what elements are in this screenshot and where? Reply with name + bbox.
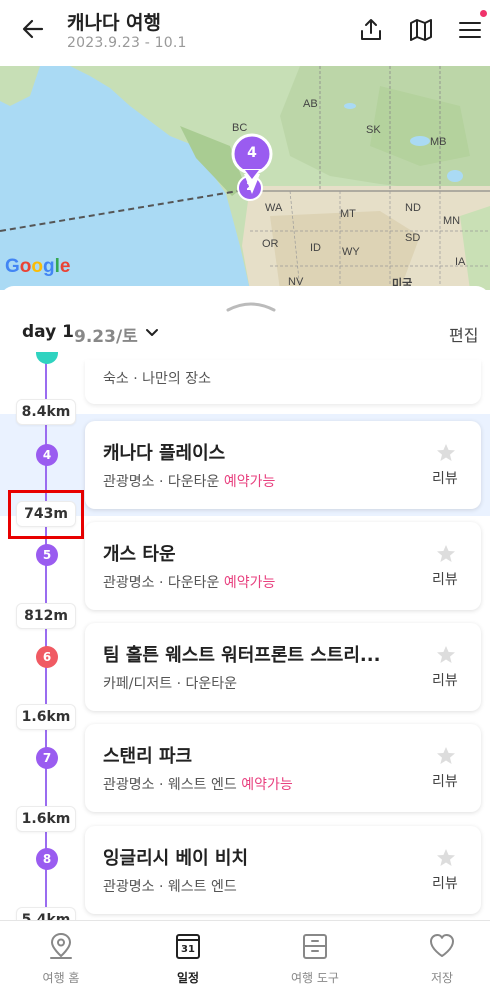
place-title: 잉글리시 베이 비치 [103,848,249,869]
chevron-down-icon[interactable] [145,326,159,340]
place-card[interactable]: 스탠리 파크 관광명소 · 웨스트 엔드 예약가능 리뷰 [85,724,481,812]
star-icon[interactable] [436,848,456,868]
map-label: AB [303,98,318,110]
distance-label: 812m [16,603,76,629]
place-title: 캐나다 플레이스 [103,443,226,464]
review-button[interactable]: 리뷰 [432,771,458,791]
place-card[interactable]: 개스 타운 관광명소 · 다운타운 예약가능 리뷰 [85,522,481,610]
place-category-line: 관광명소 · 다운타운 예약가능 [103,572,275,592]
reservable-badge[interactable]: 예약가능 [224,575,276,591]
place-number-badge: 4 [36,444,58,466]
nav-tab-saved[interactable]: 저장 [381,921,490,993]
review-button[interactable]: 리뷰 [432,873,458,893]
map-label: MN [443,215,461,227]
menu-icon[interactable] [457,17,483,43]
annotation-highlight-box [8,490,84,539]
place-category: 관광명소 · 웨스트 엔드 [103,879,237,895]
place-category-line: 관광명소 · 웨스트 엔드 [103,876,237,896]
place-category-line: 관광명소 · 웨스트 엔드 예약가능 [103,774,293,794]
review-button[interactable]: 리뷰 [432,569,458,589]
trip-map[interactable]: AB SK BC MB WA MT ND MN SD OR ID WY IA N… [0,66,490,290]
star-icon[interactable] [436,645,456,665]
location-pin-icon [50,932,72,959]
nav-tab-schedule[interactable]: 31 일정 [127,921,249,993]
sheet-handle-icon[interactable] [226,300,276,312]
map-label: BC [232,122,248,134]
map-label: ID [310,242,321,254]
share-upload-icon[interactable] [358,17,384,43]
place-number-badge: 5 [36,544,58,566]
bottom-navigation: 여행 홈 31 일정 여행 도구 저장 [0,920,490,993]
distance-label: 5.4km [16,907,76,920]
map-label: ND [405,202,421,214]
map-icon[interactable] [408,17,434,43]
map-label: SK [366,124,381,136]
map-background [0,66,490,290]
cluster-count: 4 [247,145,257,161]
app-header: 캐나다 여행 2023.9.23 - 10.1 [0,0,490,66]
map-label: MB [430,136,447,148]
review-button[interactable]: 리뷰 [432,468,458,488]
nav-label: 여행 도구 [291,971,339,985]
place-card[interactable]: 팀 홀튼 웨스트 워터프론트 스트리... 카페/디저트 · 다운타운 리뷰 [85,623,481,711]
star-icon[interactable] [436,544,456,564]
map-label: OR [262,238,279,250]
place-category: 숙소 · 나만의 장소 [103,371,211,387]
trip-dates: 2023.9.23 - 10.1 [67,35,187,51]
distance-label: 1.6km [16,806,76,832]
review-button[interactable]: 리뷰 [432,670,458,690]
nav-tab-trip-home[interactable]: 여행 홈 [0,921,122,993]
map-label: MT [340,208,356,220]
heart-icon [430,934,454,957]
place-category-line: 관광명소 · 다운타운 예약가능 [103,471,275,491]
google-logo: Google [5,256,71,277]
notification-dot [480,10,487,17]
place-number-badge: 6 [36,646,58,668]
star-icon[interactable] [436,443,456,463]
reservable-badge[interactable]: 예약가능 [224,474,276,490]
map-label: WA [265,202,283,214]
place-category-line: 카페/디저트 · 다운타운 [103,673,237,693]
place-category: 카페/디저트 · 다운타운 [103,676,237,692]
place-category: 관광명소 · 다운타운 [103,474,220,490]
map-label: SD [405,232,421,244]
nav-label: 여행 홈 [42,971,80,985]
calendar-day-number: 31 [181,944,195,955]
place-card[interactable]: 잉글리시 베이 비치 관광명소 · 웨스트 엔드 리뷰 [85,826,481,914]
nav-label: 저장 [430,971,454,985]
map-label: WY [342,246,360,258]
back-arrow-icon[interactable] [18,14,48,44]
place-card-previous[interactable]: 숙소 · 나만의 장소 [85,360,481,404]
place-number-badge: 8 [36,848,58,870]
place-title: 스탠리 파크 [103,746,193,767]
place-card[interactable]: 캐나다 플레이스 관광명소 · 다운타운 예약가능 리뷰 [85,421,481,509]
reservable-badge[interactable]: 예약가능 [241,777,293,793]
day-label[interactable]: day 1 [22,322,74,342]
page-title: 캐나다 여행 [67,12,162,34]
star-icon[interactable] [436,746,456,766]
distance-label: 8.4km [16,399,76,425]
map-label: IA [455,256,466,268]
day-date[interactable]: 9.23/토 [74,322,138,347]
nav-tab-travel-tools[interactable]: 여행 도구 [254,921,376,993]
edit-button[interactable]: 편집 [449,322,478,346]
place-title: 팀 홀튼 웨스트 워터프론트 스트리... [103,645,381,666]
place-category: 관광명소 · 웨스트 엔드 [103,777,237,793]
place-title: 개스 타운 [103,544,176,565]
place-number-badge: 7 [36,747,58,769]
toolbox-icon [303,934,327,959]
place-category: 관광명소 · 다운타운 [103,575,220,591]
distance-label: 1.6km [16,704,76,730]
marker-count: 2 [246,180,254,193]
nav-label: 일정 [176,971,200,985]
